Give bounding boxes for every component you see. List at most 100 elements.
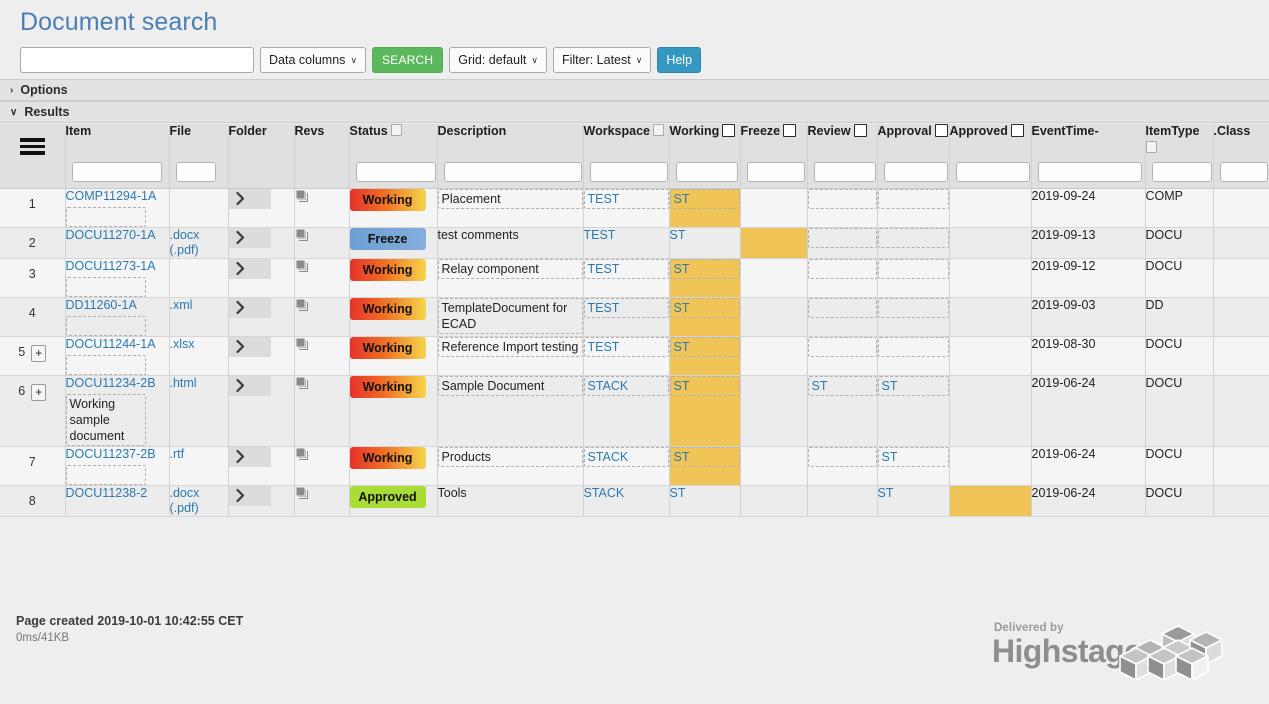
- revisions-stack-icon[interactable]: [295, 486, 311, 505]
- file-cell[interactable]: .rtf: [169, 446, 229, 485]
- column-filter-review[interactable]: [813, 161, 876, 182]
- approved-cell[interactable]: [949, 297, 1032, 336]
- item-secondary-field[interactable]: [65, 315, 146, 336]
- approval-cell[interactable]: ST: [877, 446, 950, 485]
- workspace-cell[interactable]: TEST: [583, 227, 670, 258]
- folder-open-button[interactable]: [228, 297, 271, 318]
- column-filter-approval[interactable]: [883, 161, 948, 182]
- workspace-cell[interactable]: STACK: [583, 485, 670, 516]
- row-expand-button[interactable]: +: [31, 383, 47, 401]
- column-checkbox[interactable]: [853, 124, 867, 137]
- table-row[interactable]: 1 COMP11294-1A Working Placement TEST ST 2019-…: [0, 188, 1269, 227]
- review-cell[interactable]: [807, 297, 878, 336]
- revisions-stack-icon[interactable]: [295, 228, 311, 247]
- folder-open-button[interactable]: [228, 485, 271, 506]
- folder-open-button[interactable]: [228, 258, 271, 279]
- grid-dropdown[interactable]: Grid: default ∨: [449, 47, 547, 73]
- folder-open-button[interactable]: [228, 227, 271, 248]
- description-cell[interactable]: Relay component: [437, 258, 584, 297]
- review-cell[interactable]: [807, 446, 878, 485]
- review-cell[interactable]: [807, 227, 878, 258]
- workspace-cell[interactable]: STACK: [583, 446, 670, 485]
- search-button[interactable]: SEARCH: [372, 47, 444, 73]
- freeze-cell[interactable]: [740, 446, 808, 485]
- approval-cell[interactable]: ST: [877, 485, 950, 516]
- folder-open-button[interactable]: [228, 375, 271, 396]
- item-link[interactable]: DOCU11237-2B: [66, 447, 156, 461]
- row-expand-button[interactable]: +: [31, 344, 47, 362]
- column-header-approval[interactable]: Approval: [877, 124, 950, 189]
- column-header-working[interactable]: Working: [669, 124, 741, 189]
- column-filter-file[interactable]: [175, 161, 216, 182]
- column-header-class[interactable]: .Class: [1213, 124, 1269, 189]
- section-toggle-results[interactable]: ∨ Results: [0, 101, 1269, 123]
- working-cell[interactable]: ST: [669, 375, 741, 446]
- item-secondary-field[interactable]: [65, 206, 146, 227]
- item-link[interactable]: DOCU11273-1A: [66, 259, 156, 273]
- item-secondary-field[interactable]: Working sample document: [65, 393, 146, 446]
- column-checkbox[interactable]: [934, 124, 948, 137]
- status-badge[interactable]: Working: [349, 258, 426, 281]
- table-row[interactable]: 3 DOCU11273-1A Working Relay component TEST S…: [0, 258, 1269, 297]
- table-row[interactable]: 2 DOCU11270-1A .docx (.pdf) Freeze test comme…: [0, 227, 1269, 258]
- grid-menu-button[interactable]: [0, 124, 66, 189]
- table-row[interactable]: 4 DD11260-1A .xml Working TemplateDocument f…: [0, 297, 1269, 336]
- working-cell[interactable]: ST: [669, 485, 741, 516]
- review-cell[interactable]: [807, 258, 878, 297]
- table-row[interactable]: 7 DOCU11237-2B .rtf Working Products STACK ST S…: [0, 446, 1269, 485]
- column-filter-itemtype[interactable]: [1151, 161, 1212, 182]
- revisions-stack-icon[interactable]: [295, 259, 311, 278]
- approved-cell[interactable]: [949, 485, 1032, 516]
- approval-cell[interactable]: [877, 258, 950, 297]
- review-cell[interactable]: ST: [807, 375, 878, 446]
- item-secondary-field[interactable]: [65, 464, 146, 485]
- freeze-cell[interactable]: [740, 227, 808, 258]
- freeze-cell[interactable]: [740, 375, 808, 446]
- column-header-freeze[interactable]: Freeze: [740, 124, 808, 189]
- item-link[interactable]: COMP11294-1A: [66, 189, 157, 203]
- file-cell[interactable]: .docx (.pdf): [169, 485, 229, 516]
- file-cell[interactable]: [169, 258, 229, 297]
- description-cell[interactable]: Products: [437, 446, 584, 485]
- revisions-stack-icon[interactable]: [295, 376, 311, 395]
- column-options-icon[interactable]: [390, 124, 402, 136]
- freeze-cell[interactable]: [740, 188, 808, 227]
- column-filter-item[interactable]: [71, 161, 162, 182]
- freeze-cell[interactable]: [740, 336, 808, 375]
- column-checkbox[interactable]: [1010, 124, 1024, 137]
- freeze-cell[interactable]: [740, 297, 808, 336]
- review-cell[interactable]: [807, 485, 878, 516]
- folder-open-button[interactable]: [228, 336, 271, 357]
- working-cell[interactable]: ST: [669, 188, 741, 227]
- column-header-revs[interactable]: Revs: [294, 124, 350, 189]
- folder-open-button[interactable]: [228, 188, 271, 209]
- file-cell[interactable]: .docx (.pdf): [169, 227, 229, 258]
- workspace-cell[interactable]: TEST: [583, 258, 670, 297]
- status-badge[interactable]: Approved: [349, 485, 426, 508]
- column-checkbox[interactable]: [722, 124, 736, 137]
- table-row[interactable]: 6 + DOCU11234-2B Working sample document .ht…: [0, 375, 1269, 446]
- revisions-stack-icon[interactable]: [295, 189, 311, 208]
- table-row[interactable]: 5 + DOCU11244-1A .xlsx Working Reference Impo…: [0, 336, 1269, 375]
- column-header-itemtype[interactable]: ItemType: [1145, 124, 1214, 189]
- workspace-cell[interactable]: TEST: [583, 297, 670, 336]
- column-header-workspace[interactable]: Workspace: [583, 124, 670, 189]
- description-cell[interactable]: test comments: [437, 227, 584, 258]
- item-link[interactable]: DOCU11270-1A: [66, 228, 156, 242]
- item-secondary-field[interactable]: [65, 354, 146, 375]
- freeze-cell[interactable]: [740, 258, 808, 297]
- status-badge[interactable]: Working: [349, 188, 426, 211]
- workspace-cell[interactable]: STACK: [583, 375, 670, 446]
- description-cell[interactable]: TemplateDocument for ECAD: [437, 297, 584, 336]
- workspace-cell[interactable]: TEST: [583, 188, 670, 227]
- item-link[interactable]: DD11260-1A: [66, 298, 137, 312]
- file-cell[interactable]: .html: [169, 375, 229, 446]
- status-badge[interactable]: Working: [349, 446, 426, 469]
- column-checkbox[interactable]: [783, 124, 797, 137]
- column-filter-freeze[interactable]: [746, 161, 805, 182]
- working-cell[interactable]: ST: [669, 227, 741, 258]
- status-badge[interactable]: Freeze: [349, 227, 426, 250]
- status-badge[interactable]: Working: [349, 297, 426, 320]
- workspace-cell[interactable]: TEST: [583, 336, 670, 375]
- file-cell[interactable]: .xlsx: [169, 336, 229, 375]
